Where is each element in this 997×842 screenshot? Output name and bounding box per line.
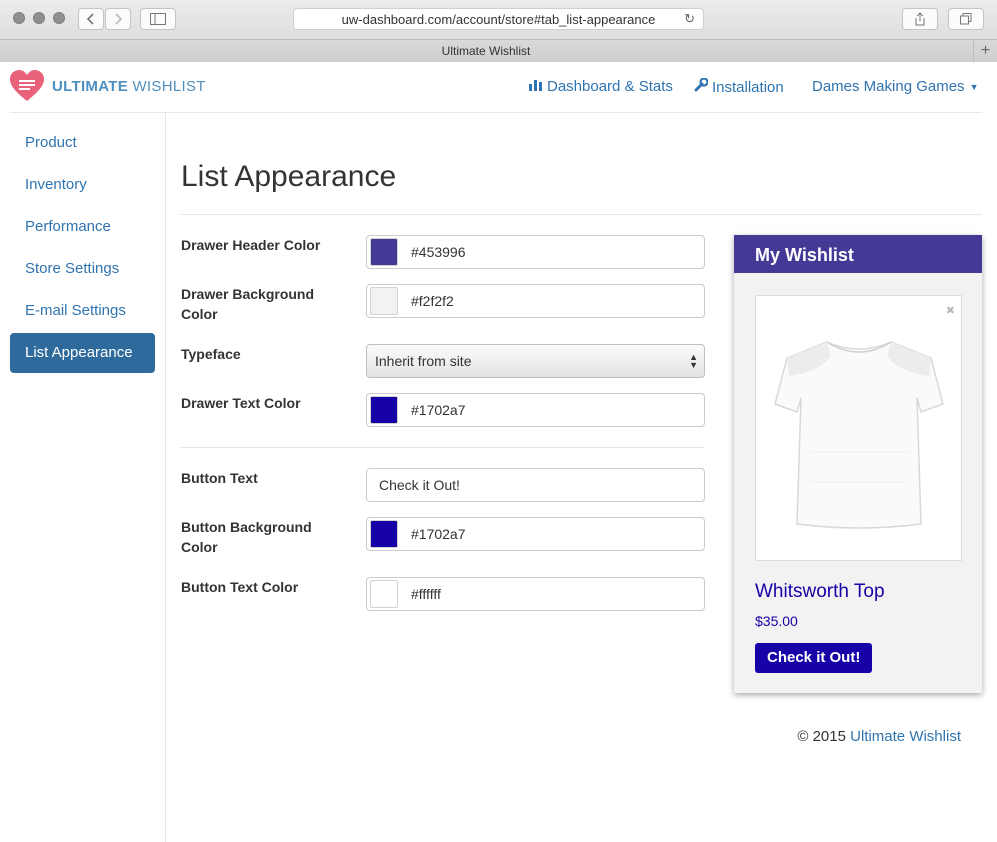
product-price: $35.00 xyxy=(755,613,798,629)
browser-chrome: uw-dashboard.com/account/store#tab_list-… xyxy=(0,0,997,62)
drawer-header-color-field[interactable]: #453996 xyxy=(366,235,705,269)
wrench-icon xyxy=(694,77,709,96)
nav-installation-label: Installation xyxy=(712,78,784,96)
nav-dashboard-label: Dashboard & Stats xyxy=(547,78,673,95)
sidebar-icon xyxy=(150,13,166,25)
color-swatch[interactable] xyxy=(370,396,398,424)
wishlist-preview: My Wishlist ✖ Whitsworth Top $35.00 Chec… xyxy=(734,235,982,693)
button-text-value: Check it Out! xyxy=(379,477,460,493)
sidebar-divider xyxy=(165,113,166,842)
brand-name: ULTIMATE WISHLIST xyxy=(52,78,206,95)
tab-title[interactable]: Ultimate Wishlist xyxy=(0,44,972,58)
button-text-color-field[interactable]: #ffffff xyxy=(366,577,705,611)
typeface-selected-value: Inherit from site xyxy=(375,353,472,369)
footer: © 2015 Ultimate Wishlist xyxy=(797,728,961,745)
header-divider xyxy=(10,112,982,113)
typeface-label: Typeface xyxy=(181,346,241,362)
zoom-window-icon[interactable] xyxy=(53,12,65,24)
button-background-color-field[interactable]: #1702a7 xyxy=(366,517,705,551)
brand-name-light: WISHLIST xyxy=(132,77,206,95)
reload-icon[interactable]: ↻ xyxy=(684,11,695,27)
drawer-text-color-label: Drawer Text Color xyxy=(181,395,301,411)
new-tab-button[interactable]: + xyxy=(973,40,997,62)
url-text: uw-dashboard.com/account/store#tab_list-… xyxy=(341,11,656,27)
form-section-divider xyxy=(181,447,705,448)
nav-account-label: Dames Making Games xyxy=(812,78,965,95)
share-button[interactable] xyxy=(902,8,938,30)
tabs-icon xyxy=(960,13,972,25)
color-swatch[interactable] xyxy=(370,238,398,266)
nav-installation[interactable]: Installation xyxy=(694,77,784,96)
footer-copyright: © 2015 xyxy=(797,728,846,745)
sidebar-item-list-appearance[interactable]: List Appearance xyxy=(10,333,155,373)
nav-account-dropdown[interactable]: Dames Making Games ▼ xyxy=(812,78,978,95)
caret-down-icon: ▼ xyxy=(969,81,979,92)
button-text-label: Button Text xyxy=(181,470,258,486)
color-value: #ffffff xyxy=(411,586,441,602)
minimize-window-icon[interactable] xyxy=(33,12,45,24)
title-divider xyxy=(181,214,982,215)
heart-logo-icon xyxy=(10,70,44,101)
remove-item-icon[interactable]: ✖ xyxy=(946,304,955,317)
chevron-right-icon xyxy=(115,13,123,25)
brand-logo[interactable]: ULTIMATE WISHLIST xyxy=(10,70,206,102)
product-card: ✖ xyxy=(755,295,962,561)
sidebar-toggle-button[interactable] xyxy=(140,8,176,30)
product-name[interactable]: Whitsworth Top xyxy=(755,581,885,603)
color-value: #1702a7 xyxy=(411,526,466,542)
back-button[interactable] xyxy=(78,8,104,30)
page-title: List Appearance xyxy=(181,160,397,193)
button-text-color-label: Button Text Color xyxy=(181,579,299,595)
drawer-text-color-field[interactable]: #1702a7 xyxy=(366,393,705,427)
tabs-overview-button[interactable] xyxy=(948,8,984,30)
color-swatch[interactable] xyxy=(370,520,398,548)
color-value: #f2f2f2 xyxy=(411,293,454,309)
nav-dashboard-stats[interactable]: Dashboard & Stats xyxy=(529,78,673,95)
sidebar-item-product[interactable]: Product xyxy=(10,123,155,163)
color-swatch[interactable] xyxy=(370,580,398,608)
color-swatch[interactable] xyxy=(370,287,398,315)
chevron-left-icon xyxy=(86,13,94,25)
check-it-out-button[interactable]: Check it Out! xyxy=(755,643,873,673)
button-background-color-label: Button Background Color xyxy=(181,519,312,555)
color-value: #1702a7 xyxy=(411,402,466,418)
product-image xyxy=(774,341,944,529)
brand-name-bold: ULTIMATE xyxy=(52,77,128,95)
typeface-select[interactable]: Inherit from site ▲ ▼ xyxy=(366,344,705,378)
select-arrows-icon: ▲ ▼ xyxy=(689,352,698,370)
address-bar[interactable]: uw-dashboard.com/account/store#tab_list-… xyxy=(293,8,704,30)
sidebar-item-performance[interactable]: Performance xyxy=(10,207,155,247)
drawer-background-color-field[interactable]: #f2f2f2 xyxy=(366,284,705,318)
footer-link[interactable]: Ultimate Wishlist xyxy=(850,728,961,745)
bar-chart-icon xyxy=(529,78,543,95)
close-window-icon[interactable] xyxy=(13,12,25,24)
forward-button[interactable] xyxy=(105,8,131,30)
sidebar-item-inventory[interactable]: Inventory xyxy=(10,165,155,205)
share-icon xyxy=(915,12,925,26)
button-text-input[interactable]: Check it Out! xyxy=(366,468,705,502)
wishlist-preview-body: ✖ Whitsworth Top $35.00 Check it Out! xyxy=(734,273,982,693)
wishlist-preview-header: My Wishlist xyxy=(734,235,982,273)
drawer-header-color-label: Drawer Header Color xyxy=(181,237,321,253)
sidebar-item-email-settings[interactable]: E-mail Settings xyxy=(10,291,155,331)
drawer-background-color-label: Drawer Background Color xyxy=(181,286,315,322)
tab-strip: Ultimate Wishlist + xyxy=(0,39,997,62)
color-value: #453996 xyxy=(411,244,466,260)
sidebar-item-store-settings[interactable]: Store Settings xyxy=(10,249,155,289)
